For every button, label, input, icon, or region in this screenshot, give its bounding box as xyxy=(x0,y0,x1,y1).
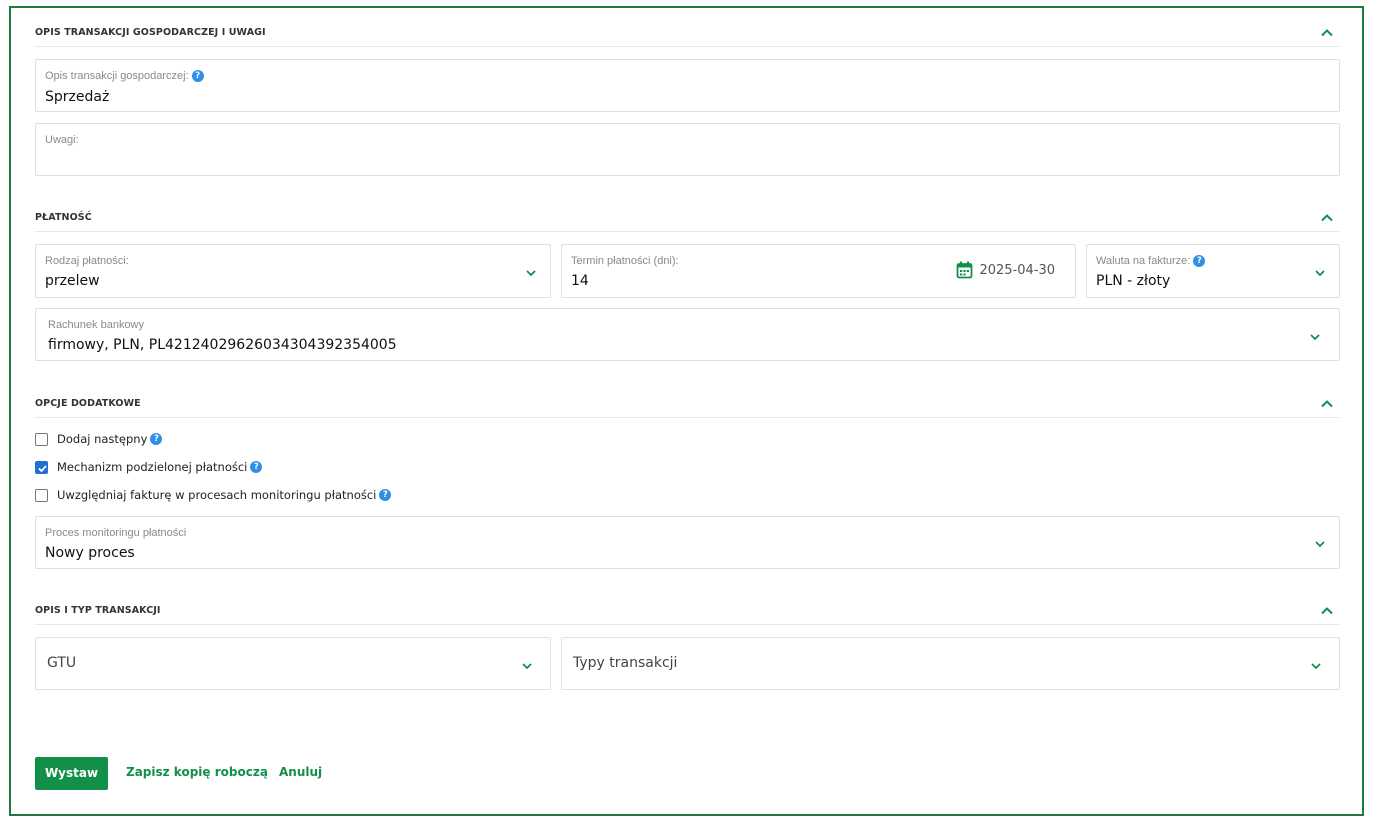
transaction-types-placeholder: Typy transakcji xyxy=(573,655,678,671)
option-add-next[interactable]: Dodaj następny ? xyxy=(35,431,163,447)
gtu-select[interactable]: GTU xyxy=(35,637,551,690)
payment-type-label: Rodzaj płatności: xyxy=(45,255,129,267)
section-payment-title: PŁATNOŚĆ xyxy=(35,212,92,223)
monitoring-process-label: Proces monitoringu płatności xyxy=(45,527,187,539)
cancel-link[interactable]: Anuluj xyxy=(279,765,322,779)
checkbox[interactable] xyxy=(35,432,48,446)
option-label: Mechanizm podzielonej płatności xyxy=(57,460,248,474)
currency-label: Waluta na fakturze:? xyxy=(1096,255,1206,268)
chevron-up-icon[interactable] xyxy=(1319,25,1335,41)
calendar-icon xyxy=(957,261,973,279)
help-icon[interactable]: ? xyxy=(250,461,263,473)
checkbox[interactable] xyxy=(35,488,48,502)
chevron-down-icon xyxy=(1311,663,1321,670)
chevron-up-icon[interactable] xyxy=(1319,603,1335,619)
payment-term-label: Termin płatności (dni): xyxy=(571,255,679,267)
checkbox-checked[interactable] xyxy=(35,460,48,474)
chevron-down-icon xyxy=(526,270,536,277)
notes-field[interactable]: Uwagi: xyxy=(35,123,1340,176)
option-label: Dodaj następny xyxy=(57,432,148,446)
payment-type-select[interactable]: Rodzaj płatności: przelew xyxy=(35,244,551,298)
help-icon[interactable]: ? xyxy=(191,70,204,82)
notes-label: Uwagi: xyxy=(45,134,79,146)
chevron-up-icon[interactable] xyxy=(1319,396,1335,412)
help-icon[interactable]: ? xyxy=(150,433,163,445)
bank-account-select[interactable]: Rachunek bankowy firmowy, PLN, PL4212402… xyxy=(35,308,1340,361)
description-label: Opis transakcji gospodarczej:? xyxy=(45,70,204,83)
chevron-down-icon xyxy=(1315,541,1325,548)
payment-term-value: 14 xyxy=(571,273,589,289)
transaction-types-select[interactable]: Typy transakcji xyxy=(561,637,1340,690)
help-icon[interactable]: ? xyxy=(379,489,392,501)
option-split-payment[interactable]: Mechanizm podzielonej płatności ? xyxy=(35,459,263,475)
chevron-down-icon xyxy=(522,663,532,670)
help-icon[interactable]: ? xyxy=(1193,255,1206,267)
monitoring-process-select[interactable]: Proces monitoringu płatności Nowy proces xyxy=(35,516,1340,569)
section-options-header: OPCJE DODATKOWE xyxy=(35,398,1339,418)
save-draft-link[interactable]: Zapisz kopię roboczą xyxy=(126,765,268,779)
section-transaction-title: OPIS TRANSAKCJI GOSPODARCZEJ I UWAGI xyxy=(35,27,266,38)
section-type-title: OPIS I TYP TRANSAKCJI xyxy=(35,605,161,616)
chevron-down-icon xyxy=(1310,334,1320,341)
due-date-picker[interactable]: 2025-04-30 xyxy=(956,261,1055,279)
bank-account-value: firmowy, PLN, PL421240296260343043923540… xyxy=(48,337,397,353)
option-label: Uwzględniaj fakturę w procesach monitori… xyxy=(57,488,377,502)
check-icon xyxy=(38,464,47,472)
monitoring-process-value: Nowy proces xyxy=(45,545,135,561)
section-type-header: OPIS I TYP TRANSAKCJI xyxy=(35,605,1339,625)
section-payment-header: PŁATNOŚĆ xyxy=(35,212,1339,232)
chevron-down-icon xyxy=(1315,270,1325,277)
bank-account-label: Rachunek bankowy xyxy=(48,319,145,331)
description-field[interactable]: Opis transakcji gospodarczej:? Sprzedaż xyxy=(35,59,1340,112)
gtu-placeholder: GTU xyxy=(47,655,77,671)
chevron-up-icon[interactable] xyxy=(1319,210,1335,226)
currency-value: PLN - złoty xyxy=(1096,273,1171,289)
section-transaction-header: OPIS TRANSAKCJI GOSPODARCZEJ I UWAGI xyxy=(35,27,1339,47)
payment-type-value: przelew xyxy=(45,273,100,289)
due-date-value: 2025-04-30 xyxy=(979,262,1055,278)
option-monitoring[interactable]: Uwzględniaj fakturę w procesach monitori… xyxy=(35,487,392,503)
issue-button[interactable]: Wystaw xyxy=(35,757,108,790)
description-value: Sprzedaż xyxy=(45,89,110,105)
payment-term-field[interactable]: Termin płatności (dni): 14 2025-04-30 xyxy=(561,244,1076,298)
currency-select[interactable]: Waluta na fakturze:? PLN - złoty xyxy=(1086,244,1340,298)
section-options-title: OPCJE DODATKOWE xyxy=(35,398,141,409)
